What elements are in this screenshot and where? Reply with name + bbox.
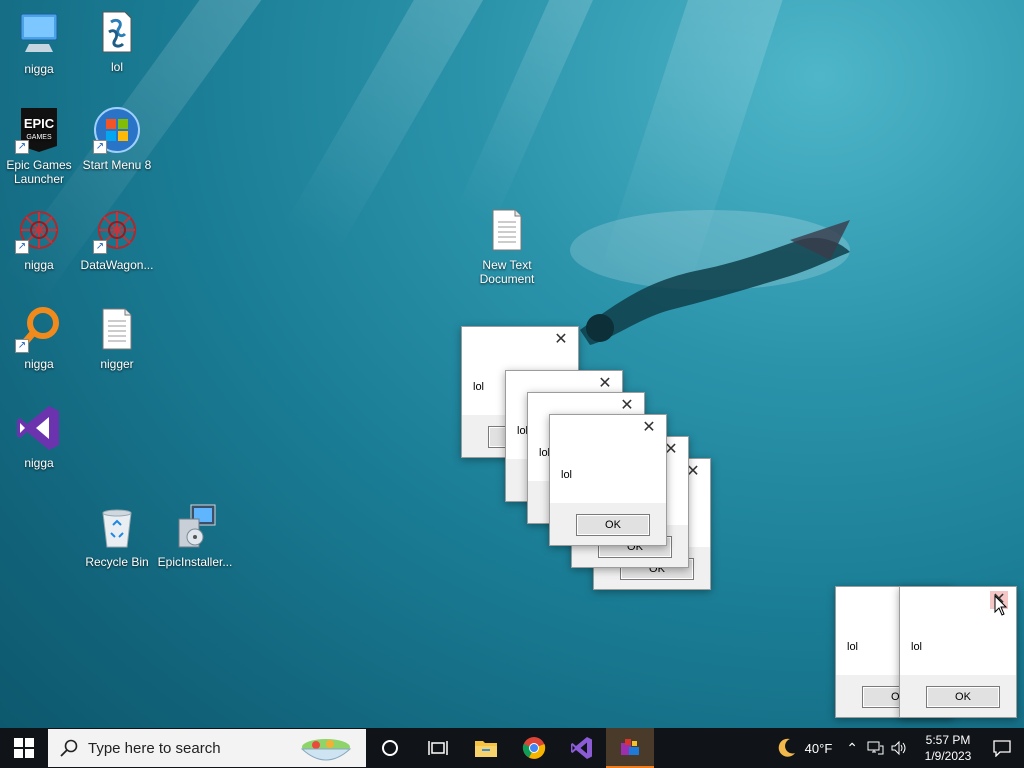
taskbar-app-visual-studio[interactable] <box>558 728 606 768</box>
desktop-icon-epic-installer[interactable]: EpicInstaller... <box>157 503 233 569</box>
close-icon[interactable]: ✕ <box>552 331 570 349</box>
icon-label: EpicInstaller... <box>157 555 233 569</box>
icon-label: nigger <box>100 357 134 371</box>
dialog-message: lol <box>473 381 485 393</box>
desktop-icon-epic-games[interactable]: EPIC GAMES ↗ Epic Games Launcher <box>1 106 77 186</box>
shortcut-arrow-icon: ↗ <box>15 339 29 353</box>
dialog-message: lol <box>561 469 573 481</box>
icon-label: Recycle Bin <box>85 555 149 569</box>
weather-temperature[interactable]: 40°F <box>805 741 833 756</box>
mermaid-swimmer-image <box>570 210 850 345</box>
icon-label: DataWagon... <box>80 258 154 272</box>
close-icon[interactable]: ✕ <box>640 419 658 437</box>
icon-label: nigga <box>24 62 54 76</box>
red-network-icon: ↗ <box>15 206 63 254</box>
notification-icon <box>993 740 1011 757</box>
clock-date: 1/9/2023 <box>924 749 972 763</box>
task-view-icon <box>428 741 448 755</box>
orange-magnifier-icon: ↗ <box>15 305 63 353</box>
task-view-button[interactable] <box>414 728 462 768</box>
dialog-message: lol <box>911 641 923 653</box>
close-icon[interactable]: ✕ <box>618 397 636 415</box>
cortana-icon <box>382 740 398 756</box>
desktop-icon-new-text-document[interactable]: New Text Document <box>469 206 545 286</box>
red-network-icon: ↗ <box>93 206 141 254</box>
desktop-icon-nigger[interactable]: nigger <box>79 305 155 371</box>
mouse-cursor-icon <box>994 595 1008 616</box>
taskbar-app-winrar[interactable] <box>606 728 654 768</box>
clock[interactable]: 5:57 PM 1/9/2023 <box>916 732 980 764</box>
visual-studio-icon <box>571 737 592 759</box>
action-center-button[interactable] <box>980 728 1024 768</box>
epic-games-icon: EPIC GAMES ↗ <box>15 106 63 154</box>
shortcut-arrow-icon: ↗ <box>15 240 29 254</box>
script-file-icon <box>93 8 141 56</box>
text-file-icon <box>93 305 141 353</box>
cortana-button[interactable] <box>366 728 414 768</box>
windows-logo-icon <box>14 738 34 758</box>
icon-label: New Text Document <box>479 258 535 286</box>
icon-label: lol <box>110 60 123 74</box>
desktop-icon-recycle-bin[interactable]: Recycle Bin <box>79 503 155 569</box>
desktop-icon-lol[interactable]: lol <box>79 8 155 74</box>
search-icon <box>60 739 78 757</box>
winrar-icon <box>621 739 639 755</box>
taskbar: Type here to search 40°F ⌃ 5:57 PM 1/9/2… <box>0 728 1024 768</box>
dialog-footer: OK <box>900 675 1016 717</box>
chrome-icon <box>522 737 546 759</box>
file-explorer-icon <box>475 741 497 757</box>
svg-text:EPIC: EPIC <box>24 116 55 131</box>
windows-orb-icon: ↗ <box>93 106 141 154</box>
desktop-icon-nigga-3[interactable]: ↗ nigga <box>1 305 77 371</box>
search-highlight-food-bowl-icon <box>300 739 352 761</box>
icon-label: Epic Games Launcher <box>6 158 72 186</box>
system-tray: 40°F ⌃ 5:57 PM 1/9/2023 <box>775 728 1024 768</box>
taskbar-app-chrome[interactable] <box>510 728 558 768</box>
chevron-up-icon[interactable]: ⌃ <box>846 740 858 757</box>
network-icon[interactable] <box>866 740 884 756</box>
desktop-icon-this-pc[interactable]: nigga <box>1 10 77 76</box>
taskbar-app-file-explorer[interactable] <box>462 728 510 768</box>
icon-label: Start Menu 8 <box>82 158 152 172</box>
close-icon[interactable]: ✕ <box>596 375 614 393</box>
text-file-icon <box>483 206 531 254</box>
ok-button[interactable]: OK <box>926 686 1000 708</box>
taskbar-search-box[interactable]: Type here to search <box>48 729 366 767</box>
shortcut-arrow-icon: ↗ <box>93 240 107 254</box>
computer-icon <box>15 10 63 58</box>
dialog-message: lol <box>847 641 859 653</box>
shortcut-arrow-icon: ↗ <box>15 140 29 154</box>
recycle-bin-icon <box>93 503 141 551</box>
moon-weather-icon[interactable] <box>775 737 797 759</box>
message-dialog[interactable]: ✕ lol OK <box>549 414 667 546</box>
search-placeholder: Type here to search <box>88 739 221 757</box>
icon-label: nigga <box>24 357 54 371</box>
volume-icon[interactable] <box>890 740 908 756</box>
svg-text:GAMES: GAMES <box>26 134 52 141</box>
start-button[interactable] <box>0 728 48 768</box>
visual-studio-icon <box>15 404 63 452</box>
desktop-icon-nigga-2[interactable]: ↗ nigga <box>1 206 77 272</box>
light-beam <box>284 0 486 255</box>
ok-button[interactable]: OK <box>576 514 650 536</box>
icon-label: nigga <box>24 258 54 272</box>
dialog-footer: OK <box>550 503 666 545</box>
desktop-icon-start-menu-8[interactable]: ↗ Start Menu 8 <box>79 106 155 172</box>
desktop-icon-datawagon[interactable]: ↗ DataWagon... <box>79 206 155 272</box>
icon-label: nigga <box>24 456 54 470</box>
clock-time: 5:57 PM <box>925 733 971 747</box>
installer-icon <box>171 503 219 551</box>
shortcut-arrow-icon: ↗ <box>93 140 107 154</box>
desktop-icon-visual-studio[interactable]: nigga <box>1 404 77 470</box>
